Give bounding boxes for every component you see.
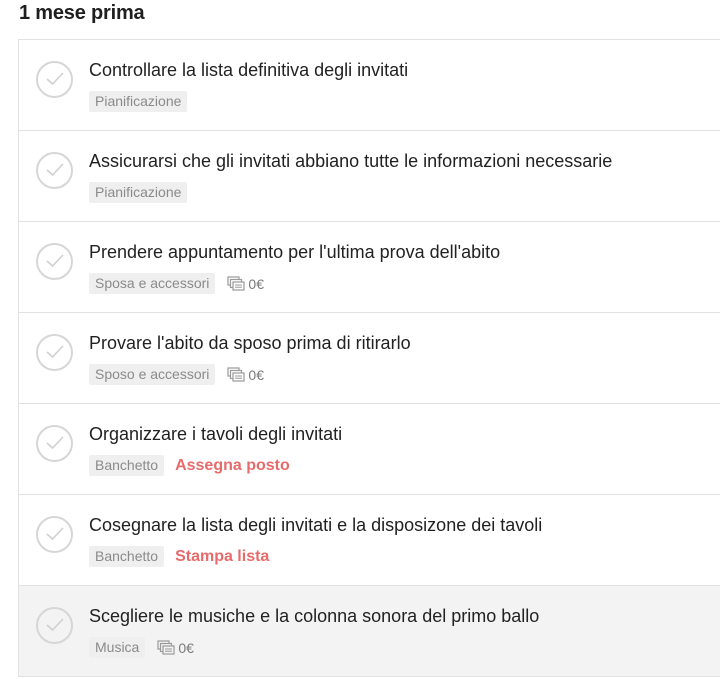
complete-checkbox[interactable] — [36, 61, 73, 98]
checkmark-icon — [46, 254, 64, 268]
banknotes-icon — [227, 366, 246, 382]
category-tag[interactable]: Banchetto — [89, 455, 165, 476]
task-title[interactable]: Scegliere le musiche e la colonna sonora… — [89, 606, 539, 627]
category-tag[interactable]: Pianificazione — [89, 182, 188, 203]
task-row[interactable]: Provare l'abito da sposo prima di ritira… — [19, 313, 720, 404]
task-row[interactable]: Organizzare i tavoli degli invitati Banc… — [19, 404, 720, 495]
section-title: 1 mese prima — [19, 2, 145, 24]
category-tag[interactable]: Musica — [89, 637, 146, 658]
checkmark-icon — [46, 72, 64, 86]
cost-amount[interactable]: 0€ — [227, 367, 264, 383]
task-meta: Musica 0€ — [89, 637, 194, 658]
checkmark-icon — [46, 163, 64, 177]
task-row[interactable]: Scegliere le musiche e la colonna sonora… — [19, 586, 720, 676]
checkmark-icon — [46, 527, 64, 541]
category-tag[interactable]: Pianificazione — [89, 91, 188, 112]
banknotes-icon — [157, 639, 175, 655]
task-title[interactable]: Cosegnare la lista degli invitati e la d… — [89, 515, 542, 536]
complete-checkbox[interactable] — [36, 334, 73, 371]
complete-checkbox[interactable] — [36, 243, 73, 280]
complete-checkbox[interactable] — [36, 516, 73, 553]
task-title[interactable]: Controllare la lista definitiva degli in… — [89, 60, 408, 81]
task-title[interactable]: Prendere appuntamento per l'ultima prova… — [89, 242, 500, 263]
cost-amount[interactable]: 0€ — [227, 276, 264, 292]
task-meta: Pianificazione — [89, 182, 188, 203]
task-list: Controllare la lista definitiva degli in… — [18, 39, 720, 677]
task-row[interactable]: Prendere appuntamento per l'ultima prova… — [19, 222, 720, 313]
task-row[interactable]: Cosegnare la lista degli invitati e la d… — [19, 495, 720, 586]
task-title[interactable]: Organizzare i tavoli degli invitati — [89, 424, 342, 445]
cost-value: 0€ — [178, 639, 194, 656]
category-tag[interactable]: Banchetto — [89, 546, 165, 567]
category-tag[interactable]: Sposa e accessori — [89, 273, 216, 294]
task-meta: Banchetto Assegna posto — [89, 455, 290, 476]
banknotes-icon — [227, 275, 246, 291]
cost-value: 0€ — [248, 366, 264, 383]
category-tag[interactable]: Sposo e accessori — [89, 364, 216, 385]
task-title[interactable]: Provare l'abito da sposo prima di ritira… — [89, 333, 411, 354]
complete-checkbox[interactable] — [36, 425, 73, 462]
task-meta: Sposa e accessori 0€ — [89, 273, 264, 294]
task-row[interactable]: Controllare la lista definitiva degli in… — [19, 40, 720, 131]
complete-checkbox[interactable] — [36, 152, 73, 189]
assign-seat-link[interactable]: Assegna posto — [175, 457, 290, 475]
task-meta: Pianificazione — [89, 91, 188, 112]
task-meta: Sposo e accessori 0€ — [89, 364, 264, 385]
print-list-link[interactable]: Stampa lista — [175, 548, 269, 566]
checkmark-icon — [46, 436, 64, 450]
task-row[interactable]: Assicurarsi che gli invitati abbiano tut… — [19, 131, 720, 222]
task-title[interactable]: Assicurarsi che gli invitati abbiano tut… — [89, 151, 612, 172]
cost-amount[interactable]: 0€ — [157, 640, 194, 656]
cost-value: 0€ — [248, 275, 264, 292]
task-meta: Banchetto Stampa lista — [89, 546, 269, 567]
checkmark-icon — [46, 345, 64, 359]
checkmark-icon — [46, 618, 64, 632]
complete-checkbox[interactable] — [36, 607, 73, 644]
